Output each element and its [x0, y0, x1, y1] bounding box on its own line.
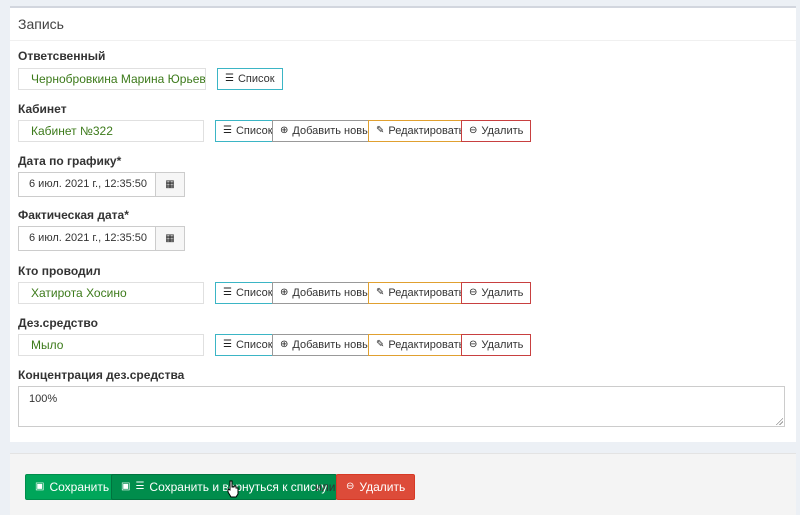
hand-cursor-icon [227, 480, 239, 498]
cabinet-label: Кабинет [18, 102, 67, 116]
list-icon: ☰ [225, 73, 234, 84]
responsible-list-button[interactable]: ☰ Список [217, 68, 283, 90]
performer-list-button[interactable]: ☰ Список [215, 282, 281, 304]
performer-label: Кто проводил [18, 264, 101, 278]
performer-field[interactable]: Хатирота Хосино [18, 282, 204, 304]
minus-circle-icon: ⊖ [469, 125, 478, 136]
pencil-icon: ✎ [376, 125, 385, 136]
pencil-icon: ✎ [376, 339, 385, 350]
minus-circle-icon: ⊖ [346, 481, 355, 492]
disinfectant-list-label: Список [235, 339, 273, 351]
calendar-icon: ▦ [165, 179, 175, 190]
cabinet-delete-button[interactable]: ⊖ Удалить [461, 120, 532, 142]
list-icon: ☰ [223, 125, 232, 136]
responsible-field[interactable]: Чернобровкина Марина Юрьевна [18, 68, 206, 90]
concentration-label: Концентрация дез.средства [18, 368, 185, 382]
form-footer: ▣ Сохранить ▣ ☰ Сохранить и вернуться к … [10, 453, 796, 515]
floppy-disk-icon: ▣ [35, 481, 45, 492]
cabinet-field[interactable]: Кабинет №322 [18, 120, 204, 142]
resize-handle[interactable] [775, 417, 783, 425]
scheduled-date-calendar-button[interactable]: ▦ [155, 172, 185, 197]
performer-delete-label: Удалить [481, 287, 524, 299]
disinfectant-field[interactable]: Мыло [18, 334, 204, 356]
pencil-icon: ✎ [376, 287, 385, 298]
save-button[interactable]: ▣ Сохранить [25, 474, 120, 500]
cabinet-list-label: Список [235, 125, 273, 137]
minus-circle-icon: ⊖ [469, 287, 478, 298]
concentration-textarea[interactable]: 100% [18, 386, 785, 427]
plus-circle-icon: ⊕ [280, 339, 289, 350]
list-icon: ☰ [223, 287, 232, 298]
disinfectant-edit-button[interactable]: ✎ Редактировать [368, 334, 473, 356]
scheduled-date-input[interactable]: 6 июл. 2021 г., 12:35:50 [18, 172, 165, 197]
panel-divider [10, 40, 796, 41]
performer-list-label: Список [235, 287, 273, 299]
disinfectant-add-label: Добавить новый [292, 339, 377, 351]
plus-circle-icon: ⊕ [280, 287, 289, 298]
plus-circle-icon: ⊕ [280, 125, 289, 136]
calendar-icon: ▦ [165, 233, 175, 244]
performer-delete-button[interactable]: ⊖ Удалить [461, 282, 532, 304]
delete-record-label: Удалить [359, 480, 406, 494]
actual-date-calendar-button[interactable]: ▦ [155, 226, 185, 251]
performer-add-label: Добавить новый [292, 287, 377, 299]
disinfectant-edit-label: Редактировать [388, 339, 465, 351]
actual-date-label: Фактическая дата* [18, 208, 129, 222]
disinfectant-delete-button[interactable]: ⊖ Удалить [461, 334, 532, 356]
record-panel: Запись Ответсвенный Чернобровкина Марина… [10, 6, 796, 442]
performer-edit-label: Редактировать [388, 287, 465, 299]
list-icon: ☰ [223, 339, 232, 350]
delete-record-button[interactable]: ⊖ Удалить [336, 474, 416, 500]
cabinet-edit-label: Редактировать [388, 125, 465, 137]
save-label: Сохранить [49, 480, 110, 494]
responsible-list-label: Список [237, 73, 275, 85]
list-icon: ☰ [135, 481, 145, 492]
scheduled-date-label: Дата по графику* [18, 154, 122, 168]
or-text: или [315, 480, 336, 494]
responsible-label: Ответсвенный [18, 49, 106, 63]
floppy-disk-icon: ▣ [121, 481, 131, 492]
cabinet-delete-label: Удалить [481, 125, 524, 137]
cabinet-add-label: Добавить новый [292, 125, 377, 137]
minus-circle-icon: ⊖ [469, 339, 478, 350]
cabinet-list-button[interactable]: ☰ Список [215, 120, 281, 142]
cabinet-edit-button[interactable]: ✎ Редактировать [368, 120, 473, 142]
disinfectant-delete-label: Удалить [481, 339, 524, 351]
concentration-value: 100% [29, 393, 58, 405]
performer-edit-button[interactable]: ✎ Редактировать [368, 282, 473, 304]
panel-title: Запись [18, 16, 64, 32]
actual-date-input[interactable]: 6 июл. 2021 г., 12:35:50 [18, 226, 165, 251]
save-and-return-button[interactable]: ▣ ☰ Сохранить и вернуться к списку [111, 474, 338, 500]
disinfectant-list-button[interactable]: ☰ Список [215, 334, 281, 356]
disinfectant-label: Дез.средство [18, 316, 98, 330]
